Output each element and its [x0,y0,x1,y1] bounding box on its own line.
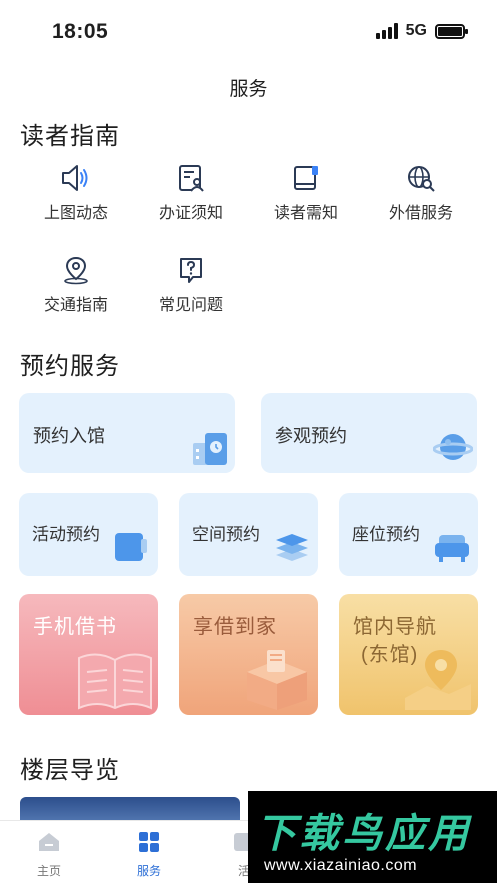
card-activity-reservation[interactable]: 活动预约 [19,493,158,576]
guide-item-reader-notice[interactable]: 读者需知 [251,163,361,223]
planet-icon [433,434,473,460]
speaker-icon [62,165,88,191]
card-label: 馆内导航 [353,616,437,638]
home-icon [39,833,59,851]
section-title-reservation: 预约服务 [20,353,120,380]
card-visit-reservation[interactable]: 参观预约 [261,393,477,473]
question-icon [180,258,202,283]
battery-icon [435,23,468,39]
open-book-icon [78,653,152,710]
guide-label: 常见问题 [158,297,223,314]
status-bar: 18:05 5G [0,0,497,62]
guide-item-lending[interactable]: 外借服务 [366,163,476,223]
tab-home[interactable]: 主页 [19,831,79,879]
card-indoor-navigation[interactable]: 馆内导航 (东馆) [339,594,478,715]
card-label: 享借到家 [193,616,277,638]
signal-icon [375,23,398,39]
watermark-url: www.xiazainiao.com [264,857,418,874]
card-entry-reservation[interactable]: 预约入馆 [19,393,235,473]
guide-label: 交通指南 [43,297,108,314]
delivery-box-icon [247,650,307,710]
guide-item-card-notice[interactable]: 办证须知 [136,163,246,223]
tab-label: 服务 [136,864,161,878]
building-clock-icon [193,433,227,465]
tab-service[interactable]: 服务 [119,831,179,879]
card-space-reservation[interactable]: 空间预约 [179,493,318,576]
card-mobile-borrow[interactable]: 手机借书 [19,594,158,715]
status-indicators: 5G [375,22,468,40]
activity-card-icon [115,533,147,561]
card-label: 预约入馆 [33,426,105,446]
layers-icon [276,534,308,561]
card-home-delivery[interactable]: 享借到家 [179,594,318,715]
card-label: 座位预约 [352,525,420,544]
grid-icon [139,832,159,852]
watermark-banner: 下载鸟应用 www.xiazainiao.com [248,791,497,883]
location-pin-icon [64,256,88,285]
status-time: 18:05 [52,20,109,43]
network-type: 5G [405,22,427,39]
guide-label: 读者需知 [273,205,338,222]
card-label: 活动预约 [32,525,100,544]
section-title-floor-guide: 楼层导览 [20,757,120,784]
guide-label: 办证须知 [158,205,223,222]
guide-item-faq[interactable]: 常见问题 [136,255,246,315]
card-seat-reservation[interactable]: 座位预约 [339,493,478,576]
guide-item-news[interactable]: 上图动态 [21,163,131,223]
card-label: 手机借书 [33,616,117,638]
guide-item-traffic[interactable]: 交通指南 [21,255,131,315]
guide-label: 上图动态 [43,205,108,222]
watermark-title: 下载鸟应用 [256,812,471,856]
card-label: 参观预约 [275,426,347,446]
map-pin-icon [405,650,471,710]
card-id-icon [179,165,204,192]
sofa-icon [435,535,469,562]
page-title: 服务 [229,79,268,100]
book-notice-icon [294,166,318,190]
card-label: 空间预约 [192,525,260,544]
guide-label: 外借服务 [388,205,453,222]
section-title-reader-guide: 读者指南 [20,123,120,150]
tab-label: 主页 [36,864,61,878]
globe-search-icon [408,166,435,192]
